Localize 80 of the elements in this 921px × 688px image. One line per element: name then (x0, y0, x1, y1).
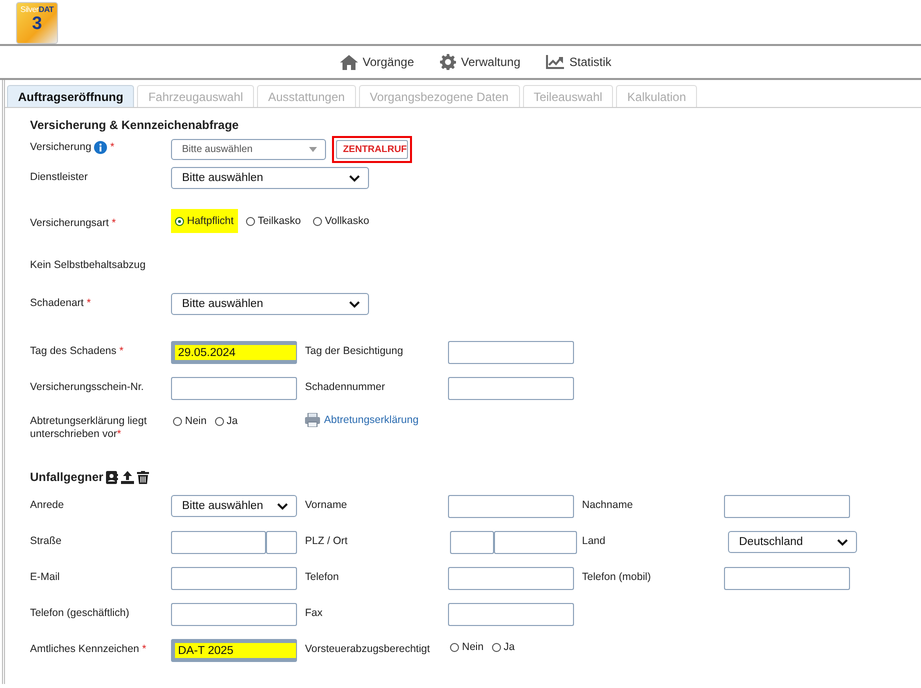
deductible-note: Kein Selbstbehaltsabzug (30, 259, 147, 273)
input-field[interactable] (724, 495, 850, 518)
input-field[interactable] (171, 567, 297, 590)
line-chart-icon (546, 55, 564, 69)
contact-card-icon[interactable] (106, 470, 118, 484)
input-field[interactable] (171, 603, 297, 626)
radio-option[interactable]: Ja (490, 639, 517, 655)
chevron-down-icon (349, 300, 360, 308)
field-label: Schadennummer (305, 381, 385, 394)
field-label: Versicherungsart (30, 217, 109, 230)
date-field[interactable]: 29.05.2024 (171, 341, 297, 364)
radio-option[interactable]: Nein (448, 639, 486, 655)
printer-icon[interactable] (305, 413, 320, 427)
insurance-select[interactable]: Bitte auswählen (171, 139, 326, 160)
required-mark: * (86, 297, 91, 310)
tab[interactable]: Auftragseröffnung (7, 85, 134, 107)
section-title: Unfallgegner (30, 470, 104, 484)
info-icon[interactable] (94, 141, 108, 154)
field-label: Telefon (geschäftlich) (30, 607, 130, 620)
street-field[interactable] (171, 531, 266, 554)
required-mark: * (110, 141, 114, 154)
nav-link[interactable]: Vorgänge (340, 54, 414, 70)
select-field[interactable]: Deutschland (728, 531, 857, 553)
field-label: Straße (30, 535, 62, 548)
provider-select[interactable]: Bitte auswählen (171, 167, 369, 189)
radio-option[interactable]: Nein (171, 413, 209, 429)
app-logo[interactable]: SilverDAT 3 (16, 2, 58, 44)
field-label: Versicherung (30, 141, 92, 154)
field-label: PLZ / Ort (305, 535, 348, 548)
field-label: Vorname (305, 499, 348, 512)
field-label: Tag des Schadens (30, 345, 116, 358)
field-label: Dienstleister (30, 171, 88, 184)
field-label: Vorsteuerabzugsberechtigt (305, 643, 430, 656)
house-number-field[interactable] (266, 531, 297, 554)
input-field[interactable] (171, 377, 297, 400)
assignment-link[interactable]: Abtretungserklärung (324, 414, 419, 426)
caret-icon (309, 147, 317, 152)
input-field[interactable] (724, 567, 850, 590)
home-icon (340, 54, 358, 70)
field-label: E-Mail (30, 571, 60, 584)
input-field[interactable] (448, 495, 574, 518)
damage-type-select[interactable]: Bitte auswählen (171, 293, 369, 315)
field-label: Land (582, 535, 606, 548)
chevron-down-icon (837, 538, 848, 546)
trash-icon[interactable] (137, 470, 150, 484)
zip-field[interactable] (450, 531, 494, 554)
field-label: Abtretungserklärung liegt unterschrieben vor* (30, 415, 148, 441)
field-label: Anrede (30, 499, 64, 512)
required-mark: * (119, 345, 124, 358)
logo-version: 3 (32, 14, 42, 32)
city-field[interactable] (494, 531, 577, 554)
radio-option[interactable]: Ja (212, 413, 240, 429)
gear-icon (440, 54, 456, 70)
chevron-down-icon (349, 174, 360, 182)
logo-brand: SilverDAT (20, 5, 54, 14)
input-field[interactable] (448, 567, 574, 590)
field-label: Telefon (mobil) (582, 571, 651, 584)
select-field[interactable]: Bitte auswählen (171, 495, 297, 517)
input-field[interactable]: DA-T 2025 (171, 639, 297, 662)
date-field[interactable] (448, 341, 574, 364)
required-mark: * (112, 217, 116, 230)
chevron-down-icon (277, 502, 288, 510)
field-label: Amtliches Kennzeichen (30, 643, 140, 656)
nav-link[interactable]: Statistik (546, 55, 612, 69)
field-label: Telefon (305, 571, 339, 584)
input-field[interactable] (448, 377, 574, 400)
radio-option[interactable]: Teilkasko (242, 209, 305, 233)
nav-link[interactable]: Verwaltung (440, 54, 520, 70)
field-label: Versicherungsschein-Nr. (30, 381, 144, 394)
section-title: Versicherung & Kennzeichenabfrage (30, 118, 240, 134)
zentralruf-button[interactable]: ZENTRALRUF (336, 140, 408, 159)
field-label: Fax (305, 607, 323, 620)
field-label: Schadenart (30, 297, 84, 310)
upload-icon[interactable] (121, 470, 134, 484)
field-label: Tag der Besichtigung (305, 345, 404, 358)
radio-option[interactable]: Vollkasko (308, 209, 374, 233)
field-label: Nachname (582, 499, 633, 512)
radio-option[interactable]: Haftpflicht (171, 209, 238, 233)
required-mark: * (142, 643, 146, 656)
input-field[interactable] (448, 603, 574, 626)
